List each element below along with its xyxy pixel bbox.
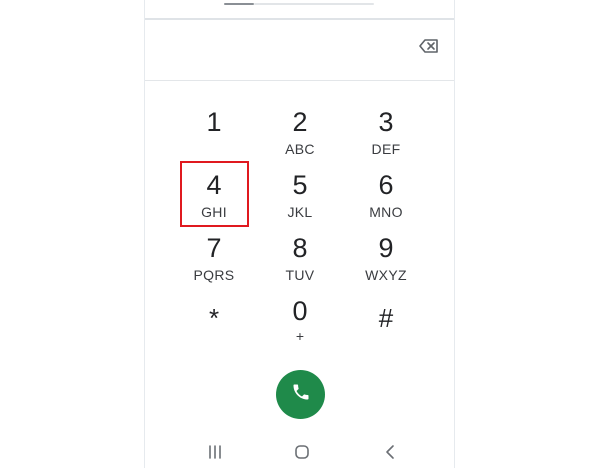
- dial-key-hash[interactable]: #: [351, 303, 421, 361]
- key-letters: +: [295, 328, 305, 344]
- key-digit: 6: [378, 170, 394, 200]
- key-digit: 1: [206, 107, 222, 137]
- dialed-number-field[interactable]: [145, 20, 454, 81]
- dial-key-4[interactable]: 4 GHI: [179, 170, 249, 228]
- key-digit: #: [378, 303, 394, 333]
- key-letters: TUV: [285, 267, 315, 283]
- dial-key-2[interactable]: 2 ABC: [265, 107, 335, 165]
- key-digit: 0: [292, 296, 308, 326]
- phone-dialer: 1 2 ABC 3 DEF 4 GHI 5 JKL 6 MNO 7 PQRS 8…: [144, 0, 455, 468]
- dial-key-3[interactable]: 3 DEF: [351, 107, 421, 165]
- key-digit: 8: [292, 233, 308, 263]
- dial-key-9[interactable]: 9 WXYZ: [351, 233, 421, 291]
- screen: 1 2 ABC 3 DEF 4 GHI 5 JKL 6 MNO 7 PQRS 8…: [0, 0, 600, 468]
- key-digit: 5: [292, 170, 308, 200]
- back-icon[interactable]: [380, 444, 400, 460]
- key-letters: PQRS: [193, 267, 235, 283]
- dial-key-6[interactable]: 6 MNO: [351, 170, 421, 228]
- key-letters: DEF: [371, 141, 401, 157]
- key-letters: ABC: [285, 141, 315, 157]
- tab-strip: [145, 0, 454, 20]
- key-digit: 3: [378, 107, 394, 137]
- key-letters: MNO: [369, 204, 403, 220]
- key-digit: 9: [378, 233, 394, 263]
- home-icon[interactable]: [292, 444, 312, 460]
- key-letters: WXYZ: [365, 267, 407, 283]
- call-button[interactable]: [276, 370, 325, 419]
- backspace-icon[interactable]: [419, 38, 439, 54]
- key-digit: 2: [292, 107, 308, 137]
- key-digit: 7: [206, 233, 222, 263]
- dial-key-5[interactable]: 5 JKL: [265, 170, 335, 228]
- phone-icon: [291, 382, 311, 407]
- dial-key-8[interactable]: 8 TUV: [265, 233, 335, 291]
- inactive-tab-indicator: [254, 3, 374, 5]
- key-digit: 4: [206, 170, 222, 200]
- key-letters: JKL: [287, 204, 313, 220]
- dial-key-7[interactable]: 7 PQRS: [179, 233, 249, 291]
- dial-key-0[interactable]: 0 +: [265, 296, 335, 354]
- system-nav-bar: [145, 438, 454, 468]
- recent-apps-icon[interactable]: [205, 444, 225, 460]
- dial-key-1[interactable]: 1: [179, 107, 249, 165]
- key-letters: GHI: [201, 204, 227, 220]
- key-digit: *: [208, 303, 220, 333]
- active-tab-indicator: [224, 3, 254, 5]
- dial-key-star[interactable]: *: [179, 303, 249, 361]
